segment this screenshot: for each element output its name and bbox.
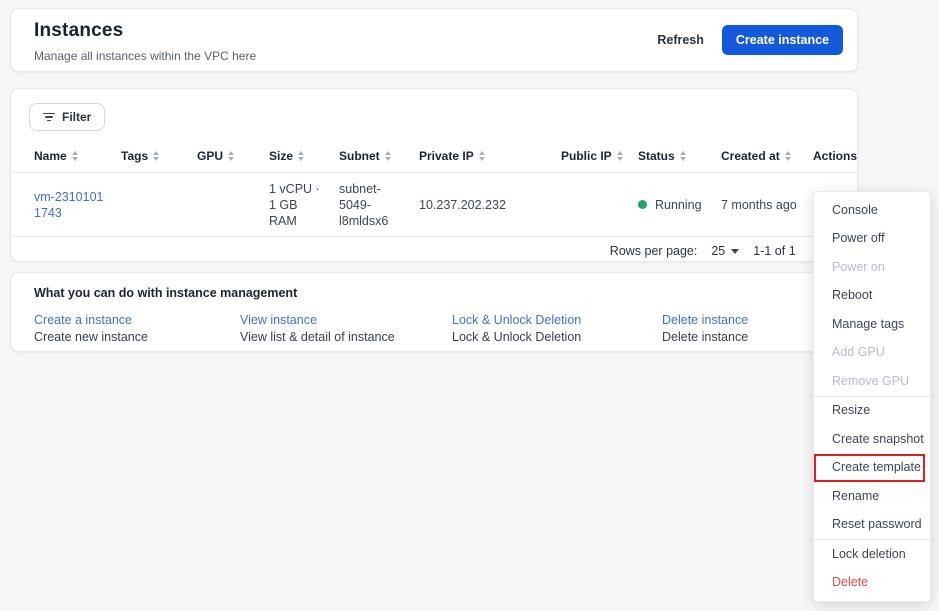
column-header-size[interactable]: Size <box>269 149 339 163</box>
info-links: Create a instance Create new instance Vi… <box>34 313 843 344</box>
status-cell: Running <box>638 197 721 213</box>
instance-name-link[interactable]: vm-23101011743 <box>34 190 104 220</box>
info-link-description: Lock & Unlock Deletion <box>452 330 582 344</box>
instance-management-info-card: What you can do with instance management… <box>10 272 858 352</box>
sort-icon[interactable] <box>71 151 78 161</box>
private-ip-cell: 10.237.202.232 <box>419 197 506 212</box>
menu-item-create-template[interactable]: Create template <box>814 453 925 482</box>
table-row: vm-23101011743 1 vCPU · 1 GB RAM subnet-… <box>11 173 857 237</box>
instance-name-cell: vm-23101011743 <box>34 189 121 221</box>
info-link-item: Lock & Unlock Deletion Lock & Unlock Del… <box>452 313 662 344</box>
column-header-created-at[interactable]: Created at <box>721 149 813 163</box>
column-header-tags[interactable]: Tags <box>121 149 197 163</box>
lock-unlock-deletion-link[interactable]: Lock & Unlock Deletion <box>452 313 662 327</box>
column-header-subnet[interactable]: Subnet <box>339 149 419 163</box>
info-section-title: What you can do with instance management <box>34 286 298 300</box>
column-header-name[interactable]: Name <box>34 149 121 163</box>
menu-item-console[interactable]: Console <box>814 196 930 225</box>
subnet-cell: subnet-5049-l8mldsx6 <box>339 181 389 228</box>
sort-icon[interactable] <box>784 151 791 161</box>
sort-icon[interactable] <box>384 151 391 161</box>
status-running-dot-icon <box>638 200 647 209</box>
page-title: Instances <box>34 20 124 41</box>
filter-lines-icon <box>43 112 55 122</box>
filter-button-label: Filter <box>62 110 92 124</box>
column-header-private-ip[interactable]: Private IP <box>419 149 561 163</box>
sort-icon[interactable] <box>616 151 623 161</box>
column-header-public-ip[interactable]: Public IP <box>561 149 638 163</box>
rows-per-page-label: Rows per page: <box>609 244 698 258</box>
view-instance-link[interactable]: View instance <box>240 313 452 327</box>
menu-item-power-off[interactable]: Power off <box>814 225 930 254</box>
menu-item-reset-password[interactable]: Reset password <box>814 511 930 540</box>
filter-button[interactable]: Filter <box>29 103 106 131</box>
refresh-button[interactable]: Refresh <box>645 26 716 54</box>
menu-item-manage-tags[interactable]: Manage tags <box>814 310 930 339</box>
column-header-status[interactable]: Status <box>638 149 721 163</box>
create-instance-button[interactable]: Create instance <box>721 25 843 55</box>
rows-per-page-value: 25 <box>711 244 726 258</box>
menu-item-power-on: Power on <box>832 259 885 274</box>
menu-item-create-snapshot[interactable]: Create snapshot <box>814 425 930 454</box>
menu-item-add-gpu: Add GPU <box>832 345 885 359</box>
info-link-description: Create new instance <box>34 330 148 344</box>
page-header-card: Instances Manage all instances within th… <box>10 8 858 72</box>
create-instance-link[interactable]: Create a instance <box>34 313 240 327</box>
menu-item-reboot[interactable]: Reboot <box>814 282 930 311</box>
sort-icon[interactable] <box>679 151 686 161</box>
sort-icon[interactable] <box>478 151 485 161</box>
chevron-down-icon <box>731 248 740 254</box>
menu-item-remove-gpu: Remove GPU <box>832 373 910 388</box>
actions-context-menu: Console Power off Power on Reboot Manage… <box>813 191 931 602</box>
menu-item-lock-deletion[interactable]: Lock deletion <box>814 540 930 569</box>
sort-icon[interactable] <box>298 151 305 161</box>
column-header-actions: Actions <box>813 149 858 163</box>
info-link-description: View list & detail of instance <box>240 330 395 344</box>
size-cell: 1 vCPU · 1 GB RAM <box>269 181 320 228</box>
page-subtitle: Manage all instances within the VPC here <box>34 49 257 63</box>
pagination-range: 1-1 of 1 <box>753 244 796 258</box>
rows-per-page-select[interactable]: 25 <box>711 244 740 258</box>
info-link-item: View instance View list & detail of inst… <box>240 313 452 344</box>
instances-table-card: Filter Name Tags GPU Size Subnet Private… <box>10 88 858 262</box>
status-label: Running <box>655 197 702 212</box>
column-header-gpu[interactable]: GPU <box>197 149 269 163</box>
menu-item-resize[interactable]: Resize <box>814 397 930 426</box>
sort-icon[interactable] <box>228 151 235 161</box>
menu-item-rename[interactable]: Rename <box>814 482 930 511</box>
info-link-item: Create a instance Create new instance <box>34 313 240 344</box>
table-header-row: Name Tags GPU Size Subnet Private IP Pub… <box>11 140 857 173</box>
page-header-text: Instances Manage all instances within th… <box>34 20 256 63</box>
sort-icon[interactable] <box>153 151 160 161</box>
pagination-bar: Rows per page: 25 1-1 of 1 ‹ › <box>11 237 857 265</box>
created-at-cell: 7 months ago <box>721 197 797 212</box>
menu-item-delete[interactable]: Delete <box>814 569 930 598</box>
header-actions: Refresh Create instance <box>645 25 843 55</box>
